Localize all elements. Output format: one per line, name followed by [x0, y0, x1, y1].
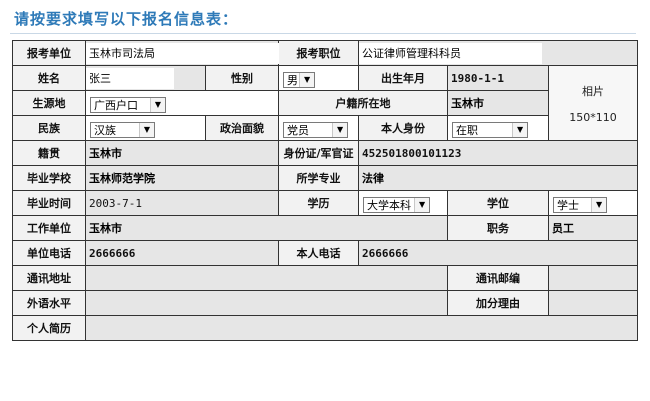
chevron-down-icon[interactable]: ▼	[414, 198, 430, 212]
row-ethnic: 民族 汉族 ▼ 政治面貌 党员 ▼ 本人身份 在职 ▼	[12, 115, 638, 141]
row-apply: 报考单位 玉林市司法局 报考职位 公证律师管理科科员	[12, 40, 639, 66]
identity-select[interactable]: 在职 ▼	[452, 122, 529, 138]
label-major: 所学专业	[278, 165, 360, 191]
myphone-field[interactable]: 2666666	[359, 245, 637, 262]
native-field[interactable]: 玉林市	[86, 143, 278, 163]
row-address: 通讯地址 通讯邮编	[12, 265, 639, 291]
label-name: 姓名	[12, 65, 86, 91]
apply-position-field[interactable]: 公证律师管理科科员	[359, 43, 543, 64]
degree-select[interactable]: 学士 ▼	[553, 197, 608, 213]
chevron-down-icon[interactable]: ▼	[299, 73, 315, 87]
row-workunit: 工作单位 玉林市 职务 员工	[12, 215, 639, 241]
unitphone-cell[interactable]: 2666666	[84, 240, 280, 266]
major-field[interactable]: 法律	[359, 168, 637, 188]
row-phone: 单位电话 2666666 本人电话 2666666	[12, 240, 639, 266]
origin-cell: 广西户口 ▼	[84, 90, 280, 116]
major-cell[interactable]: 法律	[358, 165, 639, 191]
origin-select[interactable]: 广西户口 ▼	[90, 97, 166, 113]
address-field[interactable]	[84, 265, 449, 291]
label-ethnic: 民族	[12, 115, 86, 141]
gradtime-cell[interactable]: 2003-7-1	[84, 190, 280, 216]
ethnic-cell: 汉族 ▼	[85, 115, 206, 141]
job-cell[interactable]: 员工	[548, 215, 639, 241]
photo-label: 相片	[582, 84, 605, 98]
language-field[interactable]	[84, 290, 449, 316]
label-unitphone: 单位电话	[12, 240, 86, 266]
name-field[interactable]: 张三	[86, 68, 174, 89]
chevron-down-icon[interactable]: ▼	[591, 198, 607, 212]
row-native: 籍贯 玉林市 身份证/军官证 452501800101123	[12, 140, 639, 166]
chevron-down-icon[interactable]: ▼	[512, 123, 528, 137]
ethnic-select[interactable]: 汉族 ▼	[90, 122, 155, 138]
label-apply-unit: 报考单位	[12, 40, 86, 66]
label-myphone: 本人电话	[278, 240, 360, 266]
myphone-cell[interactable]: 2666666	[358, 240, 639, 266]
label-resume: 个人简历	[12, 315, 86, 341]
label-gradtime: 毕业时间	[12, 190, 86, 216]
gradtime-field[interactable]: 2003-7-1	[86, 195, 278, 212]
title-divider	[10, 33, 636, 34]
label-postcode: 通讯邮编	[447, 265, 550, 291]
label-hukou: 户籍所在地	[278, 90, 449, 116]
resume-field[interactable]	[84, 315, 639, 341]
label-native: 籍贯	[12, 140, 86, 166]
registration-form: 报考单位 玉林市司法局 报考职位 公证律师管理科科员 姓名 张三 性别 男 ▼ 出…	[12, 40, 639, 341]
label-politic: 政治面貌	[204, 115, 280, 141]
school-field[interactable]: 玉林师范学院	[86, 168, 278, 188]
label-identity: 本人身份	[358, 115, 449, 141]
photo-size: 150*110	[569, 110, 617, 124]
birth-field[interactable]: 1980-1-1	[448, 70, 548, 87]
bonus-field[interactable]	[548, 290, 639, 316]
gender-select[interactable]: 男 ▼	[283, 72, 316, 88]
degree-cell: 学士 ▼	[548, 190, 639, 216]
hukou-field[interactable]: 玉林市	[448, 93, 548, 113]
row-language: 外语水平 加分理由	[12, 290, 639, 316]
label-idcard: 身份证/军官证	[278, 140, 360, 166]
workunit-field[interactable]: 玉林市	[86, 218, 447, 238]
postcode-field[interactable]	[548, 265, 639, 291]
job-field[interactable]: 员工	[549, 218, 637, 238]
label-birth: 出生年月	[358, 65, 449, 91]
edu-select[interactable]: 大学本科 ▼	[363, 197, 431, 213]
name-cell[interactable]: 张三	[85, 65, 206, 91]
registration-page: 请按要求填写以下报名信息表： 报考单位 玉林市司法局 报考职位 公证律师管理科科…	[0, 0, 650, 401]
photo-box: 相片 150*110	[548, 65, 639, 141]
gender-cell: 男 ▼	[278, 65, 360, 91]
label-address: 通讯地址	[12, 265, 86, 291]
hukou-cell[interactable]: 玉林市	[447, 90, 550, 116]
workunit-cell[interactable]: 玉林市	[84, 215, 449, 241]
row-origin: 生源地 广西户口 ▼ 户籍所在地 玉林市	[12, 90, 638, 116]
row-gradtime: 毕业时间 2003-7-1 学历 大学本科 ▼ 学位 学士 ▼	[12, 190, 639, 216]
label-edu: 学历	[278, 190, 360, 216]
page-title: 请按要求填写以下报名信息表：	[14, 10, 239, 28]
idcard-field[interactable]: 452501800101123	[359, 145, 637, 162]
birth-cell[interactable]: 1980-1-1	[447, 65, 550, 91]
politic-cell: 党员 ▼	[278, 115, 360, 141]
label-apply-position: 报考职位	[278, 40, 360, 66]
apply-unit-cell[interactable]: 玉林市司法局	[84, 40, 280, 66]
label-language: 外语水平	[12, 290, 86, 316]
identity-cell: 在职 ▼	[447, 115, 550, 141]
row-resume: 个人简历	[12, 315, 639, 341]
apply-position-cell[interactable]: 公证律师管理科科员	[358, 40, 639, 66]
row-school: 毕业学校 玉林师范学院 所学专业 法律	[12, 165, 639, 191]
politic-select[interactable]: 党员 ▼	[283, 122, 349, 138]
label-school: 毕业学校	[12, 165, 86, 191]
chevron-down-icon[interactable]: ▼	[332, 123, 348, 137]
edu-cell: 大学本科 ▼	[358, 190, 449, 216]
label-gender: 性别	[204, 65, 280, 91]
label-job: 职务	[447, 215, 550, 241]
idcard-cell[interactable]: 452501800101123	[358, 140, 639, 166]
chevron-down-icon[interactable]: ▼	[150, 98, 165, 112]
native-cell[interactable]: 玉林市	[84, 140, 280, 166]
label-degree: 学位	[447, 190, 550, 216]
label-origin: 生源地	[12, 90, 86, 116]
label-workunit: 工作单位	[12, 215, 86, 241]
school-cell[interactable]: 玉林师范学院	[84, 165, 280, 191]
unitphone-field[interactable]: 2666666	[86, 245, 278, 262]
chevron-down-icon[interactable]: ▼	[139, 123, 154, 137]
apply-unit-field[interactable]: 玉林市司法局	[86, 43, 279, 64]
row-name: 姓名 张三 性别 男 ▼ 出生年月 1980-1-1 相片 150*110	[12, 65, 639, 141]
label-bonus: 加分理由	[447, 290, 550, 316]
